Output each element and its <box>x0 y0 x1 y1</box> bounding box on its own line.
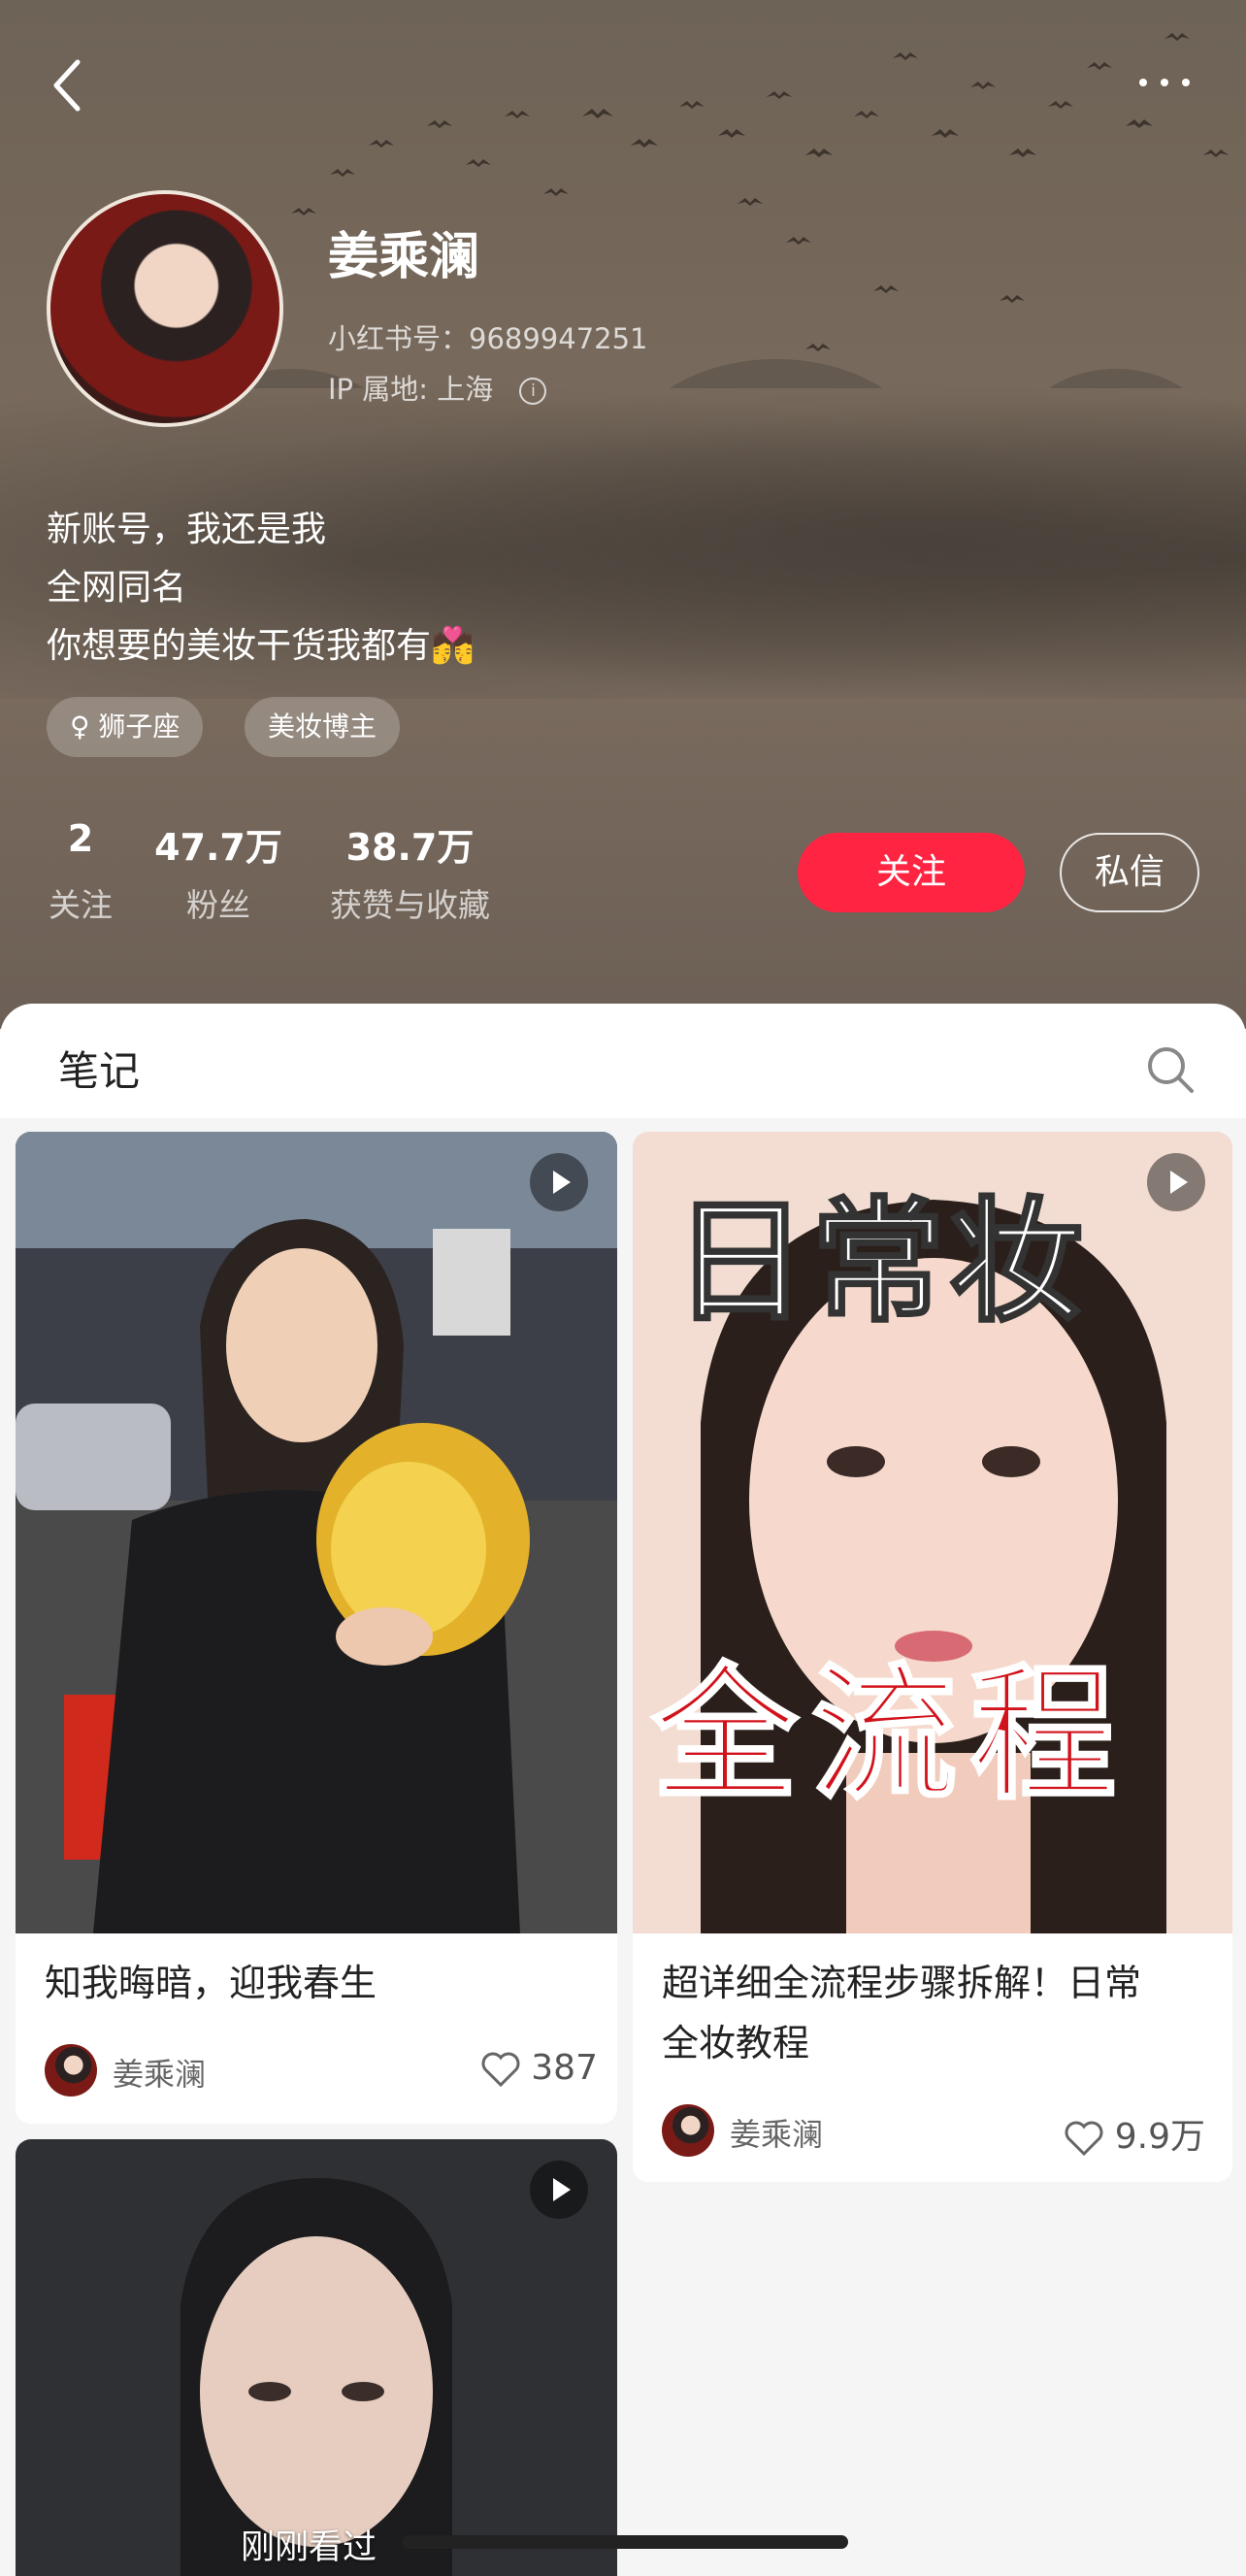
note-card[interactable]: 知我晦暗，迎我春生 姜乘澜 387 <box>16 1132 617 2124</box>
ip-location-text: IP 属地: 上海 <box>328 373 494 406</box>
search-icon[interactable] <box>1145 1044 1196 1095</box>
note-card[interactable] <box>16 2139 617 2576</box>
note-cover-image <box>16 1132 617 1933</box>
note-title-line-1: 超详细全流程步骤拆解！日常 <box>662 1962 1142 2004</box>
play-icon <box>530 2161 588 2219</box>
profile-header: 姜乘澜 小红书号：9689947251 IP 属地: 上海 i 新账号，我还是我… <box>0 0 1246 1029</box>
note-cover-image <box>16 2139 617 2576</box>
note-title: 知我晦暗，迎我春生 <box>45 1962 377 2004</box>
author-name: 姜乘澜 <box>113 2056 207 2093</box>
cover-text-bottom: 全流程 <box>650 1650 1131 1822</box>
follow-button[interactable]: 关注 <box>798 833 1025 912</box>
back-chevron-icon[interactable] <box>49 56 87 115</box>
note-card[interactable]: 日常妆 全流程 超详细全流程步骤拆解！日常 全妆教程 姜乘澜 9.9万 <box>633 1132 1232 2182</box>
stat-following-label[interactable]: 关注 <box>47 879 115 926</box>
tag-beauty-blogger[interactable]: 美妆博主 <box>245 697 401 757</box>
home-indicator <box>402 2535 848 2549</box>
play-icon <box>530 1153 588 1211</box>
heart-icon <box>1065 2121 1103 2157</box>
author-avatar <box>45 2044 97 2097</box>
note-title-line-2: 全妆教程 <box>662 2022 810 2064</box>
more-dots-icon[interactable] <box>1135 68 1194 97</box>
heart-icon <box>481 2052 520 2088</box>
like-count[interactable]: 9.9万 <box>1040 2108 1205 2159</box>
author-avatar <box>662 2104 714 2157</box>
bio-line-2: 全网同名 <box>47 568 187 608</box>
bio-line-1: 新账号，我还是我 <box>47 510 327 549</box>
profile-name: 姜乘澜 <box>328 228 480 286</box>
tag-zodiac[interactable]: ♀ 狮子座 <box>47 697 204 757</box>
info-icon[interactable]: i <box>519 378 547 405</box>
stat-followers-value: 47.7万 <box>154 826 282 869</box>
notes-tab-title[interactable]: 笔记 <box>58 1039 140 1098</box>
ip-location: IP 属地: 上海 i <box>328 367 547 408</box>
like-count-value: 9.9万 <box>1114 2117 1205 2157</box>
avatar[interactable] <box>47 190 283 427</box>
like-count-value: 387 <box>531 2048 598 2088</box>
bio-line-3: 你想要的美妆干货我都有💏 <box>47 626 475 666</box>
author-name: 姜乘澜 <box>730 2116 824 2153</box>
stat-likes-label[interactable]: 获赞与收藏 <box>320 879 500 926</box>
like-count[interactable]: 387 <box>462 2048 598 2088</box>
recently-viewed-label[interactable]: 刚刚看过 <box>241 2520 377 2569</box>
stat-likes-value: 38.7万 <box>345 826 475 869</box>
red-id: 小红书号：9689947251 <box>328 322 648 355</box>
cover-text-top: 日常妆 <box>672 1183 1088 1342</box>
notes-tab-bar <box>0 1004 1246 1118</box>
play-icon <box>1147 1153 1205 1211</box>
stat-following-value: 2 <box>67 817 94 860</box>
stat-followers-label[interactable]: 粉丝 <box>146 879 291 926</box>
message-button[interactable]: 私信 <box>1060 833 1199 912</box>
